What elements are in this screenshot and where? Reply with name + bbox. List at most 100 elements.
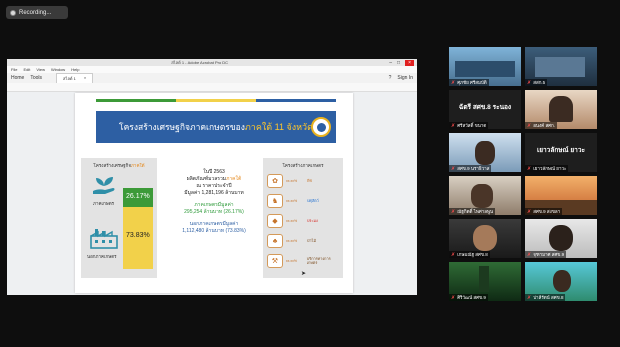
office-video <box>535 57 585 77</box>
person-video <box>549 96 573 122</box>
banner-highlight: ภาคใต้ 11 จังหวัด <box>244 122 313 132</box>
tab-home[interactable]: Home <box>11 75 24 81</box>
participant-tile[interactable]: ฉัตรี สศข.8 ระนอง ✗ ศรีสวัสดิ์ ขนาด <box>449 90 521 129</box>
participant-name-tag: ✗ จุฑามาศ สศข.9 <box>525 251 567 258</box>
agri-item: ✿ xx.xx% พืช <box>267 172 341 190</box>
viewer-title: สไลด์ 1 - Adobe Acrobat Pro DC <box>171 60 229 65</box>
menu-help[interactable]: Help <box>71 67 79 72</box>
agri-item-name: พืช <box>307 178 313 183</box>
gdp-summary: ในปี 2563 ผลิตภัณฑ์มวลรวมภาคใต้ ณ ราคาปร… <box>165 169 263 235</box>
mic-muted-icon: ✗ <box>451 208 456 215</box>
agri-item-pct: xx.xx% <box>286 219 298 223</box>
participant-tile[interactable]: ✗ อนงค์ สศก. <box>525 90 597 129</box>
person-video <box>471 184 493 208</box>
tab-document[interactable]: สไลด์ 1 × <box>56 73 94 83</box>
participant-tile[interactable]: ✗ ปาลีรัตน์ สศข.8 <box>525 262 597 301</box>
participant-tile[interactable]: ✗ สสก.5 <box>525 47 597 86</box>
gdp-line2: ผลิตภัณฑ์มวลรวมภาคใต้ <box>186 176 242 182</box>
agri-item: ♣ xx.xx% ป่าไม้ <box>267 232 341 250</box>
record-icon <box>10 9 16 16</box>
participant-tile[interactable]: ✗ เกษมณัฐ สศข.8 <box>449 219 521 258</box>
menu-view[interactable]: View <box>36 67 45 72</box>
close-window-icon[interactable]: × <box>405 59 414 66</box>
mic-muted-icon: ✗ <box>451 251 456 258</box>
menu-window[interactable]: Window <box>51 67 65 72</box>
agri-item-pct: xx.xx% <box>286 239 298 243</box>
mic-muted-icon: ✗ <box>527 165 532 172</box>
participant-name-tag: ✗ สสก.5 <box>525 79 548 86</box>
agri-item: ◆ xx.xx% ประมง <box>267 212 341 230</box>
yellow-stripe <box>176 99 256 102</box>
economy-structure-panel: โครงสร้างเศรษฐกิจภาคใต้ ภาคเกษตร 26.17% … <box>81 158 157 278</box>
mouse-cursor-icon: ➤ <box>301 271 307 277</box>
gdp-year: ในปี 2563 <box>203 169 225 175</box>
participant-tile[interactable]: ✗ ศุภชัย ศรีสมบัติ <box>449 47 521 86</box>
tab-tools[interactable]: Tools <box>30 75 42 81</box>
tab-document-label: สไลด์ 1 <box>63 76 76 81</box>
shared-screen: สไลด์ 1 - Adobe Acrobat Pro DC – □ × Fil… <box>7 59 417 295</box>
agri-label: ภาคเกษตร <box>93 201 115 206</box>
mic-muted-icon: ✗ <box>451 165 456 172</box>
participant-name-tag: ✗ อนงค์ สศก. <box>525 122 558 129</box>
participant-tile[interactable]: ✗ สศข.9 นราธิวาส <box>449 133 521 172</box>
livestock-icon: ♞ <box>267 194 283 208</box>
participant-name-tag: ✗ เยาวลักษณ์ ยาวะ <box>525 165 569 172</box>
participant-tile[interactable]: ✗ ศิริวัฒน์ สศข.9 <box>449 262 521 301</box>
panel-title: โครงสร้างเศรษฐกิจภาคใต้ <box>93 163 145 168</box>
participant-name-tag: ✗ ศรีสวัสดิ์ ขนาด <box>449 122 489 129</box>
mic-muted-icon: ✗ <box>451 294 456 301</box>
recording-indicator[interactable]: Recording... <box>6 6 68 19</box>
mic-muted-icon: ✗ <box>451 79 456 86</box>
fish-icon: ◆ <box>267 214 283 228</box>
agri-item: ⚒ xx.xx% บริการทางการเกษตร <box>267 252 341 270</box>
green-stripe <box>96 99 176 102</box>
participant-name-tag: ✗ ปาลีรัตน์ สศข.8 <box>525 294 566 301</box>
department-seal-icon <box>311 117 331 137</box>
viewer-titlebar: สไลด์ 1 - Adobe Acrobat Pro DC – □ × <box>7 59 417 66</box>
participant-tile[interactable]: ✗ ณัฐกิตติ์ ไพศาลพูน <box>449 176 521 215</box>
agri-item-name: บริการทางการเกษตร <box>306 256 331 266</box>
agri-value: 295,254 ล้านบาท (26.17%) <box>184 209 244 215</box>
maximize-icon[interactable]: □ <box>397 60 400 66</box>
participant-name-tag: ✗ ศุภชัย ศรีสมบัติ <box>449 79 489 86</box>
nonagri-label: นอกภาคเกษตร <box>87 254 117 259</box>
viewer-tabbar: Home Tools สไลด์ 1 × ? Sign In <box>7 73 417 83</box>
mic-muted-icon: ✗ <box>527 208 532 215</box>
participant-tile[interactable]: เยาวลักษณ์ ยาวะ ✗ เยาวลักษณ์ ยาวะ <box>525 133 597 172</box>
person-video <box>473 225 497 251</box>
person-video <box>475 141 495 165</box>
participant-tile[interactable]: ✗ จุฑามาศ สศข.9 <box>525 219 597 258</box>
menu-file[interactable]: File <box>11 67 17 72</box>
agri-item-pct: xx.xx% <box>286 179 298 183</box>
slide-banner: โครงสร้างเศรษฐกิจภาคเกษตรของ ภาคใต้ 11 จ… <box>96 111 336 143</box>
rubber-tree-icon: ✿ <box>267 174 283 188</box>
minimize-icon[interactable]: – <box>389 60 392 66</box>
mic-muted-icon: ✗ <box>527 79 532 86</box>
menu-bar: File Edit View Window Help <box>7 66 417 73</box>
participant-name-tag: ✗ สศข.9 นราธิวาส <box>449 165 492 172</box>
nonagri-percent: 73.83% <box>126 232 150 239</box>
service-icon: ⚒ <box>267 254 283 268</box>
participant-name-tag: ✗ สศข.9 สงขลา <box>525 208 563 215</box>
agri-item-name: ประมง <box>307 218 318 223</box>
nonagri-value-head: นอกภาคเกษตรมีมูลค่า <box>189 221 239 227</box>
sign-in-link[interactable]: Sign In <box>397 75 413 81</box>
document-canvas[interactable]: โครงสร้างเศรษฐกิจภาคเกษตรของ ภาคใต้ 11 จ… <box>7 92 417 295</box>
mic-muted-icon: ✗ <box>527 251 532 258</box>
help-icon[interactable]: ? <box>389 75 392 81</box>
tab-close-icon[interactable]: × <box>84 75 86 82</box>
plant-hand-icon <box>93 177 115 194</box>
banner-title: โครงสร้างเศรษฐกิจภาคเกษตรของ <box>119 122 245 132</box>
agri-value-head: ภาคเกษตรมีมูลค่า <box>194 202 234 208</box>
factory-icon <box>90 229 118 249</box>
menu-edit[interactable]: Edit <box>23 67 30 72</box>
recording-label: Recording... <box>19 9 52 16</box>
agri-item: ♞ xx.xx% ปศุสัตว์ <box>267 192 341 210</box>
agri-item-pct: xx.xx% <box>285 259 297 263</box>
mic-muted-icon: ✗ <box>527 122 532 129</box>
meeting-room-video <box>455 61 515 77</box>
agri-percent: 26.17% <box>126 193 150 200</box>
participant-tile[interactable]: ✗ สศข.9 สงขลา <box>525 176 597 215</box>
agri-item-pct: xx.xx% <box>286 199 298 203</box>
mic-muted-icon: ✗ <box>527 294 532 301</box>
